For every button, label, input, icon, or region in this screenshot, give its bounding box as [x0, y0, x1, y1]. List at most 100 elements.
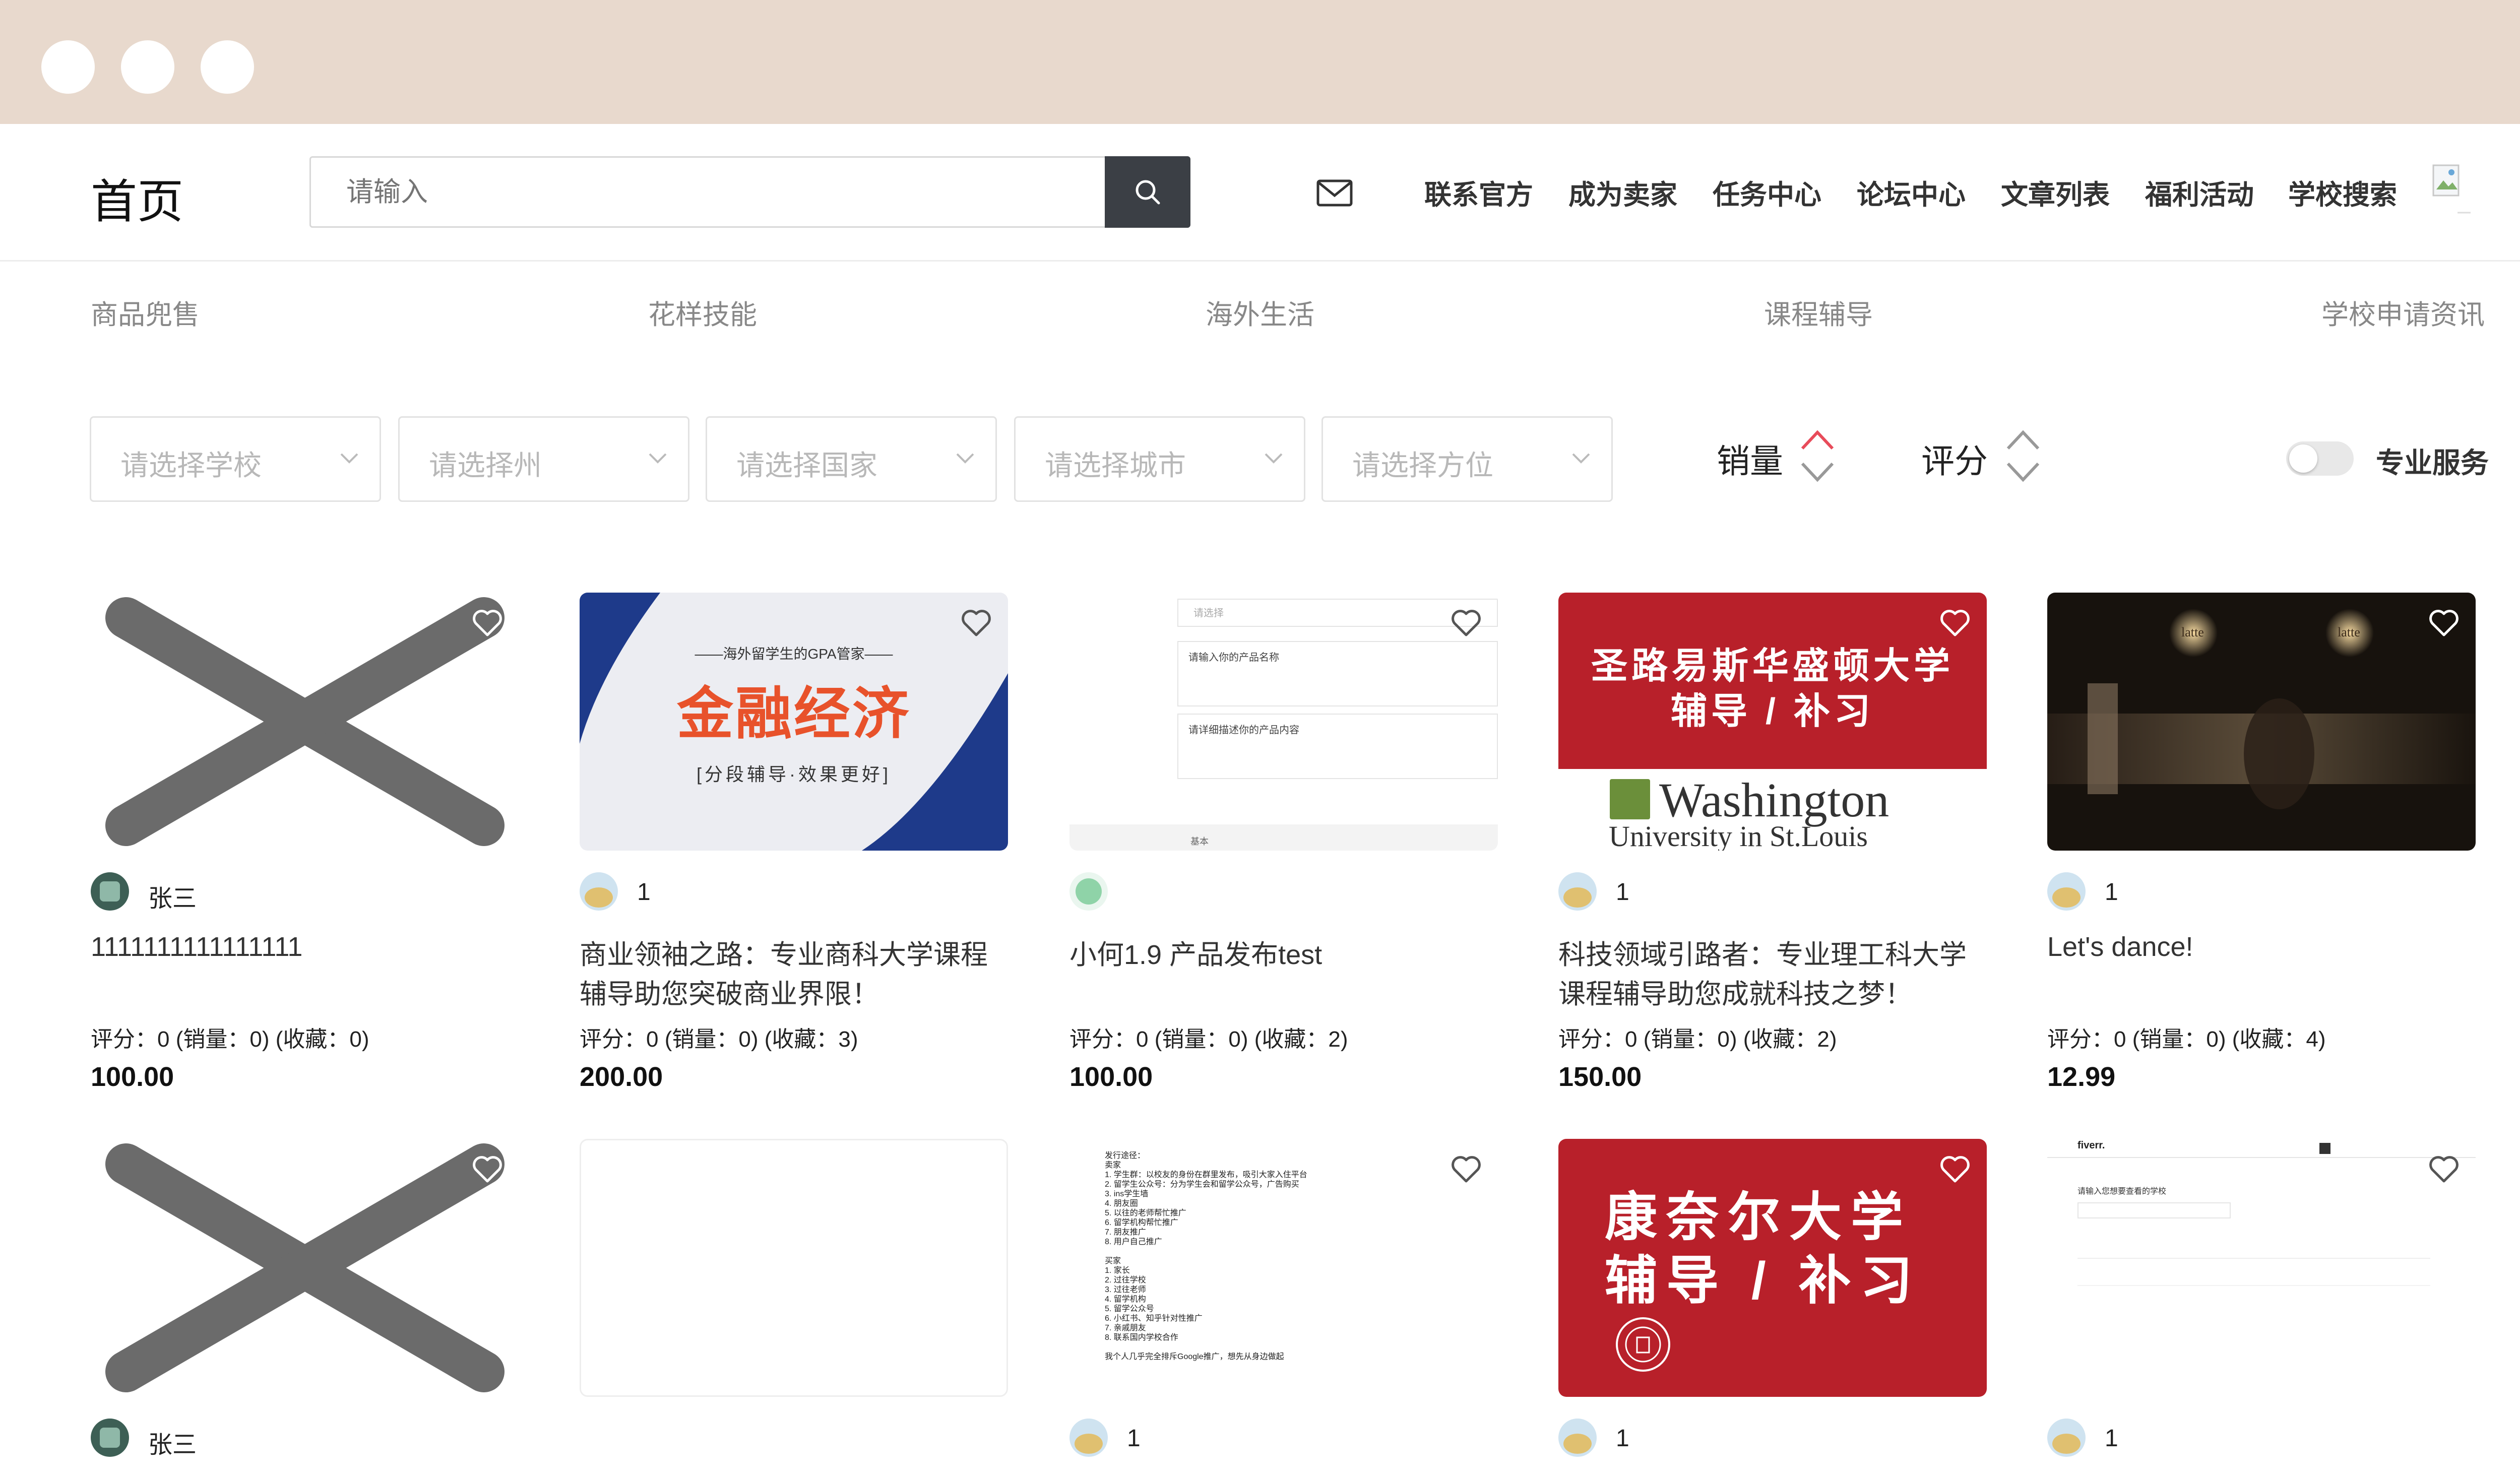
favorite-heart-icon[interactable]: [961, 609, 992, 637]
notes-line: [1105, 1247, 1458, 1256]
seller-avatar[interactable]: [2047, 872, 2086, 911]
product-card[interactable]: 请选择 请输入你的产品名称 请详细描述你的产品内容 基本 小何1.9 产品发布t…: [1069, 593, 1498, 1107]
favorite-heart-icon[interactable]: [2428, 1155, 2460, 1183]
nav-task-center[interactable]: 任务中心: [1713, 172, 1821, 212]
product-thumbnail[interactable]: ——海外留学生的GPA管家—— 金融经济 [分段辅导·效果更好]: [580, 593, 1008, 851]
favorite-heart-icon[interactable]: [1939, 609, 1971, 637]
notes-line: 1. 学生群：以校友的身份在群里发布，吸引大家入住平台: [1105, 1171, 1307, 1179]
nav-forum-center[interactable]: 论坛中心: [1857, 172, 1966, 212]
seller-name[interactable]: 1: [1616, 1425, 1629, 1452]
product-title[interactable]: 商业领袖之路：专业商科大学课程辅导助您突破商业界限！: [580, 935, 1008, 1014]
product-card[interactable]: 圣路易斯华盛顿大学 辅导 / 补习 Washington University …: [1558, 593, 1987, 1107]
product-card[interactable]: [580, 1139, 1008, 1471]
seller-name[interactable]: 张三: [148, 878, 197, 914]
professional-service-toggle[interactable]: [2286, 441, 2354, 476]
seller-avatar[interactable]: [1069, 1419, 1108, 1457]
product-card[interactable]: 发行途径： 卖家 1. 学生群：以校友的身份在群里发布，吸引大家入住平台 2. 留学生…: [1069, 1139, 1498, 1471]
state-select[interactable]: 请选择州: [398, 416, 689, 502]
banner-subtitle: 辅导 / 补习: [1605, 1252, 1922, 1310]
sales-sort-arrows-icon[interactable]: [1798, 426, 1837, 486]
product-price: 200.00: [580, 1062, 663, 1092]
school-select[interactable]: 请选择学校: [90, 416, 381, 502]
seller-name[interactable]: 1: [637, 878, 651, 906]
seller-name[interactable]: 1: [1127, 1425, 1141, 1452]
search-box: [309, 156, 1190, 228]
nav-contact-official[interactable]: 联系官方: [1424, 172, 1533, 212]
seller-avatar[interactable]: [91, 1419, 129, 1457]
product-thumbnail[interactable]: latte latte: [2047, 593, 2476, 851]
notes-line: 3. 过往老师: [1105, 1285, 1146, 1294]
product-card[interactable]: 康奈尔大学 辅导 / 补习 1: [1558, 1139, 1987, 1471]
seller-name[interactable]: 1: [2105, 878, 2118, 906]
chevron-down-icon: [340, 453, 358, 464]
country-select[interactable]: 请选择国家: [706, 416, 997, 502]
notes-line: 3. ins学生墙: [1105, 1190, 1149, 1198]
seller-avatar[interactable]: [1558, 1419, 1597, 1457]
city-select[interactable]: 请选择城市: [1014, 416, 1305, 502]
product-thumbnail[interactable]: [580, 1139, 1008, 1397]
sort-by-sales[interactable]: 销量: [1717, 434, 1783, 483]
product-title[interactable]: 科技领域引路者：专业理工科大学课程辅导助您成就科技之梦！: [1558, 935, 1987, 1014]
product-thumbnail[interactable]: [91, 1139, 519, 1397]
search-input[interactable]: [311, 158, 1106, 226]
window-close-dot[interactable]: [41, 40, 95, 94]
seller-avatar[interactable]: [580, 872, 618, 911]
seller-name[interactable]: 张三: [148, 1425, 197, 1460]
window-maximize-dot[interactable]: [201, 40, 254, 94]
product-card[interactable]: fiverr. 请输入您想要查看的学校 1: [2047, 1139, 2476, 1471]
page-title[interactable]: 首页: [91, 164, 183, 231]
seller-avatar[interactable]: [1558, 872, 1597, 911]
favorite-heart-icon[interactable]: [1939, 1155, 1971, 1183]
product-title[interactable]: 1111111111111111: [91, 927, 519, 967]
product-thumbnail[interactable]: [91, 593, 519, 851]
banner-subtitle: [分段辅导·效果更好]: [697, 764, 891, 785]
favorite-heart-icon[interactable]: [1451, 609, 1482, 637]
rating-sort-arrows-icon[interactable]: [2004, 426, 2042, 486]
sort-by-rating[interactable]: 评分: [1921, 434, 1988, 483]
search-icon: [1136, 180, 1160, 205]
nav-school-search[interactable]: 学校搜索: [2288, 172, 2397, 212]
seller-name[interactable]: 1: [2105, 1425, 2118, 1452]
product-stats: 评分：0 (销量：0) (收藏：0): [91, 1027, 369, 1052]
category-tab-goods[interactable]: 商品兜售: [91, 292, 200, 332]
user-avatar[interactable]: [2432, 164, 2474, 215]
favorite-heart-icon[interactable]: [1451, 1155, 1482, 1183]
seller-avatar[interactable]: [91, 872, 129, 911]
product-card[interactable]: 张三 1111111111111111 评分：0 (销量：0) (收藏：0) 1…: [91, 593, 519, 1107]
favorite-heart-icon[interactable]: [2428, 609, 2460, 637]
product-thumbnail[interactable]: 发行途径： 卖家 1. 学生群：以校友的身份在群里发布，吸引大家入住平台 2. 留学生…: [1069, 1139, 1498, 1397]
banner-subtitle: 辅导 / 补习: [1670, 691, 1874, 732]
category-tab-skills[interactable]: 花样技能: [648, 292, 757, 332]
mock-basic-label: 基本: [1190, 836, 1209, 847]
mail-icon[interactable]: [1316, 179, 1353, 207]
favorite-heart-icon[interactable]: [472, 1155, 503, 1183]
product-thumbnail[interactable]: 康奈尔大学 辅导 / 补习: [1558, 1139, 1987, 1397]
product-title[interactable]: 小何1.9 产品发布test: [1069, 935, 1498, 975]
category-tab-overseas-life[interactable]: 海外生活: [1206, 292, 1314, 332]
product-thumbnail[interactable]: 圣路易斯华盛顿大学 辅导 / 补习 Washington University …: [1558, 593, 1987, 851]
nav-become-seller[interactable]: 成为卖家: [1568, 172, 1677, 212]
product-card[interactable]: ——海外留学生的GPA管家—— 金融经济 [分段辅导·效果更好] 1 商业领袖之…: [580, 593, 1008, 1107]
search-button[interactable]: [1105, 156, 1190, 228]
product-price: 100.00: [1069, 1062, 1153, 1092]
chevron-down-icon: [956, 453, 974, 464]
seller-name[interactable]: 1: [1616, 878, 1629, 906]
favorite-heart-icon[interactable]: [472, 609, 503, 637]
notes-line: 买家: [1105, 1257, 1121, 1265]
broken-image-placeholder: [105, 1143, 505, 1392]
product-thumbnail[interactable]: fiverr. 请输入您想要查看的学校: [2047, 1139, 2476, 1397]
category-tab-school-application[interactable]: 学校申请资讯: [2321, 292, 2485, 332]
category-tab-tutoring[interactable]: 课程辅导: [1764, 292, 1873, 332]
product-card[interactable]: latte latte 1 Let's dance! 评分：0 (销量：0) (…: [2047, 593, 2476, 1107]
direction-select[interactable]: 请选择方位: [1321, 416, 1613, 502]
state-select-placeholder: 请选择州: [429, 449, 542, 481]
product-thumbnail[interactable]: 请选择 请输入你的产品名称 请详细描述你的产品内容 基本: [1069, 593, 1498, 851]
product-card[interactable]: 张三: [91, 1139, 519, 1471]
nav-welfare-activities[interactable]: 福利活动: [2145, 172, 2254, 212]
seller-avatar[interactable]: [2047, 1419, 2086, 1457]
window-minimize-dot[interactable]: [121, 40, 174, 94]
seller-avatar[interactable]: [1069, 872, 1108, 911]
chevron-down-icon: [1265, 453, 1283, 464]
product-title[interactable]: Let's dance!: [2047, 927, 2476, 967]
nav-article-list[interactable]: 文章列表: [2001, 172, 2110, 212]
